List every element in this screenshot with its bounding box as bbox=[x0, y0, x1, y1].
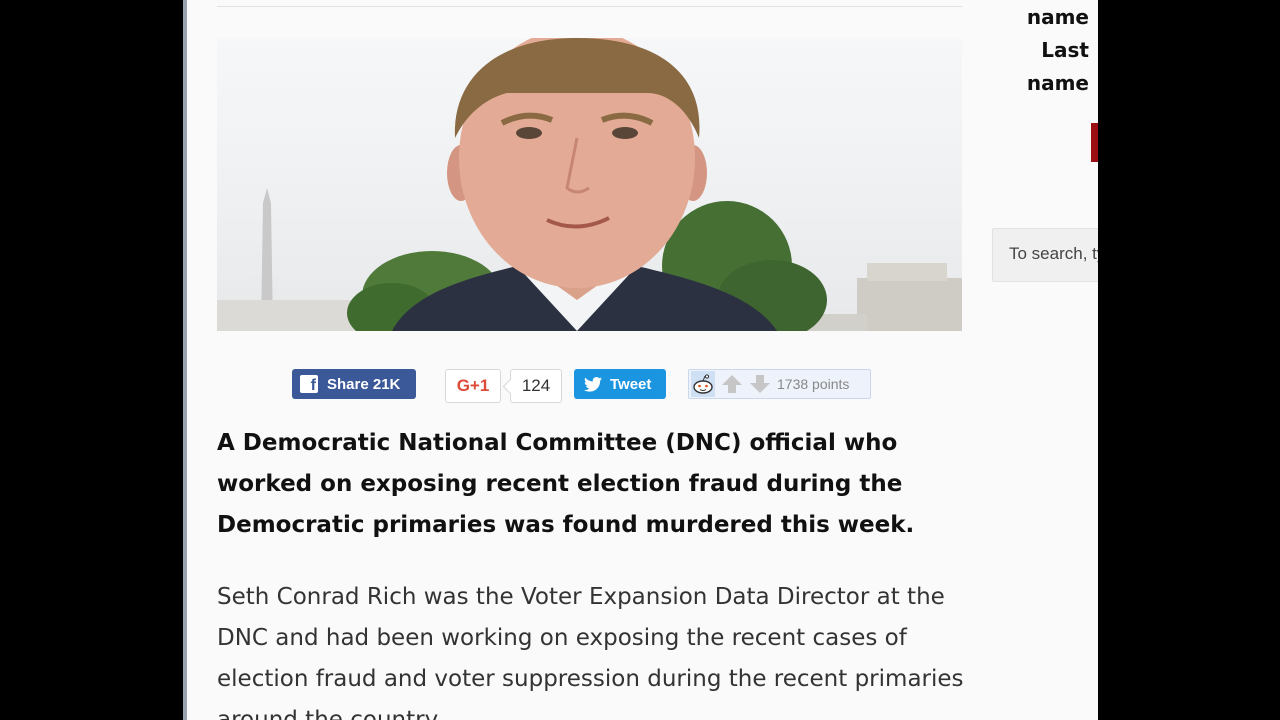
google-plus-button[interactable]: G+1 bbox=[445, 369, 501, 403]
article-hero-image bbox=[217, 38, 962, 331]
sidebar-last-name-label: Last bbox=[1041, 38, 1089, 62]
tweet-button[interactable]: Tweet bbox=[574, 369, 666, 399]
facebook-share-label: Share 21K bbox=[327, 375, 401, 393]
facebook-icon: f bbox=[300, 375, 318, 393]
article-page: f Share 21K G+1 124 Tweet 1738 points A … bbox=[183, 0, 1098, 720]
google-plus-count: 124 bbox=[510, 369, 562, 403]
reddit-points: 1738 points bbox=[777, 376, 850, 392]
article-lead: A Democratic National Committee (DNC) of… bbox=[217, 430, 915, 538]
top-divider bbox=[217, 6, 962, 7]
google-plus-label: G+1 bbox=[456, 376, 490, 395]
google-plus-count-value: 124 bbox=[521, 376, 551, 395]
sidebar-last-name-label-2: name bbox=[1026, 71, 1089, 95]
sidebar-first-name-label: name bbox=[1026, 5, 1089, 29]
facebook-share-button[interactable]: f Share 21K bbox=[292, 369, 416, 399]
search-placeholder: To search, type and hit enter bbox=[1009, 244, 1098, 263]
portrait-illustration bbox=[217, 38, 962, 331]
article-body-paragraph: Seth Conrad Rich was the Voter Expansion… bbox=[217, 584, 964, 720]
downvote-arrow-icon[interactable] bbox=[749, 374, 771, 394]
tweet-label: Tweet bbox=[610, 375, 652, 393]
reddit-vote-widget: 1738 points bbox=[688, 369, 871, 399]
subscribe-button-edge[interactable] bbox=[1091, 123, 1098, 162]
twitter-bird-icon bbox=[584, 376, 602, 392]
sidebar-search-input[interactable]: To search, type and hit enter bbox=[992, 228, 1098, 282]
share-bar: f Share 21K G+1 124 Tweet 1738 points bbox=[183, 369, 1098, 403]
reddit-alien-icon[interactable] bbox=[691, 371, 715, 397]
upvote-arrow-icon[interactable] bbox=[721, 374, 743, 394]
left-border bbox=[183, 0, 187, 720]
